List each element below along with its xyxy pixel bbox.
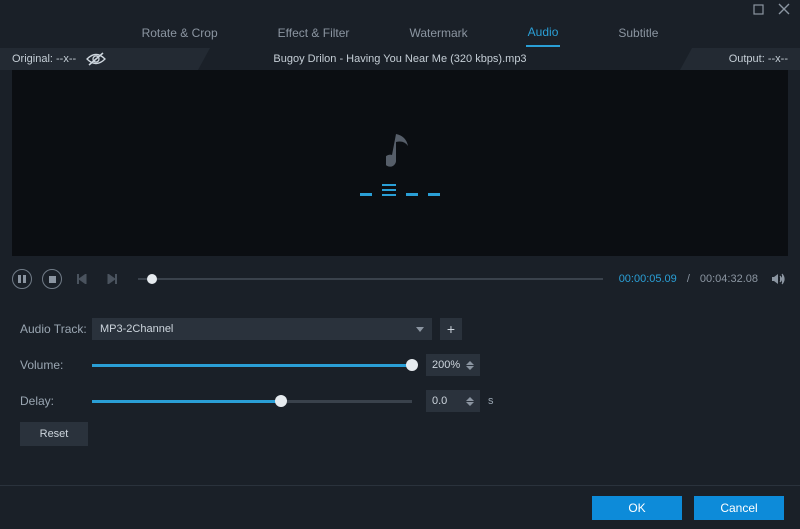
row-volume: Volume: 200% xyxy=(20,350,780,380)
original-label: Original: --x-- xyxy=(12,53,76,65)
volume-spinner[interactable] xyxy=(466,361,474,370)
close-button[interactable] xyxy=(778,3,790,15)
volume-thumb[interactable] xyxy=(406,359,418,371)
music-note-icon xyxy=(386,130,414,170)
info-bar: Original: --x-- Bugoy Drilon - Having Yo… xyxy=(0,48,800,70)
prev-button[interactable] xyxy=(72,269,92,289)
tab-rotate-crop[interactable]: Rotate & Crop xyxy=(140,20,220,46)
app-window: Rotate & Crop Effect & Filter Watermark … xyxy=(0,0,800,529)
tab-bar: Rotate & Crop Effect & Filter Watermark … xyxy=(0,18,800,48)
maximize-button[interactable] xyxy=(752,3,764,15)
preview-toggle-icon[interactable] xyxy=(86,52,106,66)
stop-button[interactable] xyxy=(42,269,62,289)
volume-label: Volume: xyxy=(20,358,92,372)
delay-value-box[interactable]: 0.0 xyxy=(426,390,480,412)
volume-slider[interactable] xyxy=(92,358,412,372)
cancel-button[interactable]: Cancel xyxy=(694,496,784,520)
delay-unit: s xyxy=(488,395,494,407)
seek-thumb[interactable] xyxy=(147,274,157,284)
tab-effect-filter[interactable]: Effect & Filter xyxy=(276,20,352,46)
delay-spinner[interactable] xyxy=(466,397,474,406)
time-current: 00:00:05.09 xyxy=(619,273,677,285)
row-audio-track: Audio Track: MP3-2Channel + xyxy=(20,314,780,344)
time-separator: / xyxy=(687,273,690,285)
tab-audio[interactable]: Audio xyxy=(526,19,561,47)
titlebar xyxy=(0,0,800,18)
volume-value-box[interactable]: 200% xyxy=(426,354,480,376)
audio-settings: Audio Track: MP3-2Channel + Volume: 200% xyxy=(0,296,800,446)
delay-slider[interactable] xyxy=(92,394,412,408)
chevron-down-icon xyxy=(416,323,424,335)
audio-track-select[interactable]: MP3-2Channel xyxy=(92,318,432,340)
next-button[interactable] xyxy=(102,269,122,289)
preview-pane xyxy=(12,70,788,256)
equalizer-icon xyxy=(360,184,440,196)
info-output: Output: --x-- xyxy=(680,48,800,70)
output-label: Output: --x-- xyxy=(729,53,788,65)
reset-button[interactable]: Reset xyxy=(20,422,88,446)
time-total: 00:04:32.08 xyxy=(700,273,758,285)
row-delay: Delay: 0.0 s xyxy=(20,386,780,416)
tab-subtitle[interactable]: Subtitle xyxy=(616,20,660,46)
add-track-button[interactable]: + xyxy=(440,318,462,340)
playbar: 00:00:05.09 / 00:04:32.08 xyxy=(12,262,788,296)
seek-slider[interactable] xyxy=(138,273,603,285)
info-original: Original: --x-- xyxy=(0,48,210,70)
tab-watermark[interactable]: Watermark xyxy=(407,20,469,46)
ok-button[interactable]: OK xyxy=(592,496,682,520)
volume-value: 200% xyxy=(432,359,460,371)
footer: OK Cancel xyxy=(0,485,800,529)
delay-thumb[interactable] xyxy=(275,395,287,407)
delay-label: Delay: xyxy=(20,394,92,408)
audio-track-value: MP3-2Channel xyxy=(100,323,173,335)
delay-value: 0.0 xyxy=(432,395,447,407)
audio-track-label: Audio Track: xyxy=(20,322,92,336)
volume-icon[interactable] xyxy=(768,269,788,289)
play-pause-button[interactable] xyxy=(12,269,32,289)
